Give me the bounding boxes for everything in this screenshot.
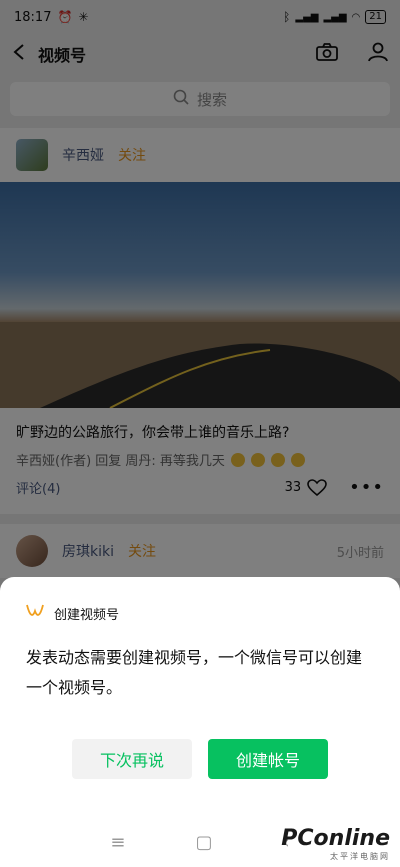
sheet-title: 创建视频号 [54,607,120,623]
watermark: PConline 太平洋电脑网 [281,826,390,862]
channels-logo-icon [26,603,44,623]
create-account-button[interactable]: 创建帐号 [208,739,328,779]
watermark-logo: PConline [281,826,390,851]
later-button[interactable]: 下次再说 [72,739,192,779]
sheet-message: 发表动态需要创建视频号，一个微信号可以创建一个视频号。 [26,648,363,697]
sheet-header: 创建视频号 [26,603,119,623]
home-icon[interactable]: ▢ [195,832,212,853]
watermark-subtitle: 太平洋电脑网 [330,852,390,861]
menu-icon[interactable]: ≡ [110,832,125,853]
create-channel-sheet: 创建视频号 发表动态需要创建视频号，一个微信号可以创建一个视频号。 下次再说 创… [0,577,400,817]
